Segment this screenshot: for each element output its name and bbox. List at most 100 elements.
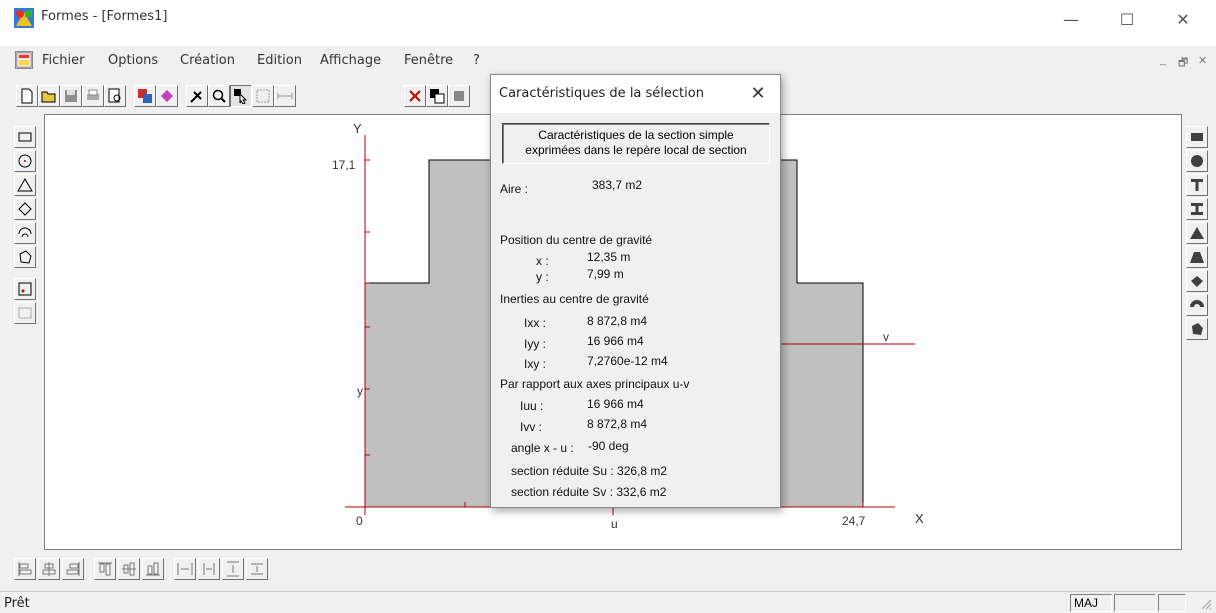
print-preview-button[interactable]: [104, 85, 126, 107]
save-icon: [65, 90, 77, 102]
point-icon: [18, 282, 32, 296]
new-file-icon: [21, 88, 33, 104]
menu-edition[interactable]: Edition: [257, 53, 302, 68]
library-button[interactable]: [156, 85, 178, 107]
dialog-title-bar[interactable]: Caractéristiques de la sélection ✕: [491, 75, 780, 113]
align-center-button[interactable]: [38, 558, 60, 580]
space-vertical-button[interactable]: [222, 558, 244, 580]
solid-circle-icon: [1191, 155, 1203, 167]
y-tick-max-label: 17,1: [332, 158, 356, 172]
iuu-value: 16 966 m4: [587, 397, 644, 411]
maximize-button[interactable]: ☐: [1104, 6, 1150, 34]
section-circle-button[interactable]: [1186, 150, 1208, 172]
space-horizontal-button[interactable]: [174, 558, 196, 580]
draw-triangle-button[interactable]: [14, 174, 36, 196]
close-button[interactable]: ✕: [1160, 6, 1206, 34]
section-rectangle-button[interactable]: [1186, 126, 1208, 148]
send-back-button[interactable]: [448, 85, 470, 107]
centroid-x-value: 12,35 m: [587, 250, 631, 264]
centroid-x-label: x :: [536, 254, 549, 268]
resize-grip-icon[interactable]: [1200, 598, 1212, 610]
circle-icon: [18, 154, 32, 168]
dialog-close-button[interactable]: ✕: [745, 81, 771, 107]
align-left-button[interactable]: [14, 558, 36, 580]
draw-point-button[interactable]: [14, 278, 36, 300]
layer-icon: [454, 91, 464, 101]
space-horizontal-icon: [177, 563, 193, 575]
align-right-icon: [66, 562, 80, 576]
book-icon: [161, 90, 173, 102]
centroid-y-value: 7,99 m: [587, 267, 624, 281]
bring-front-button[interactable]: [426, 85, 448, 107]
arc-icon: [18, 227, 32, 238]
draw-group-button[interactable]: [14, 302, 36, 324]
tee-icon: [1191, 179, 1203, 191]
align-middle-icon: [122, 562, 136, 576]
title-bar: Formes - [Formes1] — ☐ ✕: [0, 0, 1216, 46]
align-right-button[interactable]: [62, 558, 84, 580]
y-axis-label: Y: [353, 121, 362, 136]
align-top-button[interactable]: [94, 558, 116, 580]
delete-button[interactable]: [404, 85, 426, 107]
mdi-restore-button[interactable]: 🗗: [1178, 54, 1188, 73]
document-icon[interactable]: [15, 51, 33, 69]
align-bottom-icon: [146, 562, 160, 576]
grid-select-icon: [256, 89, 270, 103]
magnifier-icon: [212, 89, 226, 103]
zoom-button[interactable]: [208, 85, 230, 107]
principal-axes-title: Par rapport aux axes principaux u-v: [500, 377, 690, 391]
align-left-icon: [18, 562, 32, 576]
print-button[interactable]: [82, 85, 104, 107]
menu-creation[interactable]: Création: [180, 53, 235, 68]
copy-view-button[interactable]: [134, 85, 156, 107]
mdi-minimize-button[interactable]: _: [1160, 54, 1166, 66]
section-tee-button[interactable]: [1186, 174, 1208, 196]
menu-affichage[interactable]: Affichage: [320, 53, 381, 68]
menu-fenetre[interactable]: Fenêtre: [404, 53, 453, 68]
grid-select-button[interactable]: [252, 85, 274, 107]
minimize-button[interactable]: —: [1048, 6, 1094, 34]
ivv-label: Ivv :: [520, 420, 543, 434]
open-file-button[interactable]: [38, 85, 60, 107]
space-vertical-alt-button[interactable]: [246, 558, 268, 580]
section-polygon-button[interactable]: [1186, 318, 1208, 340]
section-diamond-button[interactable]: [1186, 270, 1208, 292]
draw-polygon-button[interactable]: [14, 246, 36, 268]
solid-diamond-icon: [1191, 276, 1203, 287]
new-file-button[interactable]: [16, 85, 38, 107]
angle-label: angle x - u :: [511, 441, 574, 455]
align-middle-button[interactable]: [118, 558, 140, 580]
ixy-label: Ixy :: [524, 357, 547, 371]
section-trapezoid-button[interactable]: [1186, 246, 1208, 268]
save-button[interactable]: [60, 85, 82, 107]
draw-rectangle-button[interactable]: [14, 126, 36, 148]
section-arc-button[interactable]: [1186, 294, 1208, 316]
align-bottom-button[interactable]: [142, 558, 164, 580]
menu-options[interactable]: Options: [108, 53, 158, 68]
ivv-value: 8 872,8 m4: [587, 417, 648, 431]
reduced-section-sv: section réduite Sv : 332,6 m2: [511, 485, 667, 499]
group-icon: [18, 307, 32, 319]
mdi-close-button[interactable]: ✕: [1198, 54, 1207, 67]
menu-help[interactable]: ?: [473, 53, 480, 68]
dimension-icon: [277, 93, 293, 99]
section-i-beam-button[interactable]: [1186, 198, 1208, 220]
ixy-value: 7,2760e-12 m4: [587, 354, 668, 368]
select-button[interactable]: [230, 85, 252, 107]
draw-diamond-button[interactable]: [14, 198, 36, 220]
caps-lock-indicator: MAJ: [1070, 594, 1112, 612]
angle-value: -90 deg: [588, 439, 629, 453]
draw-arc-button[interactable]: [14, 222, 36, 244]
overlap-icon: [430, 89, 445, 104]
solid-polygon-icon: [1192, 323, 1203, 335]
header-line-2: exprimées dans le repère local de sectio…: [525, 143, 747, 157]
draw-circle-button[interactable]: [14, 150, 36, 172]
selection-properties-dialog: Caractéristiques de la sélection ✕ Carac…: [490, 74, 781, 508]
num-lock-indicator: [1114, 594, 1156, 612]
menu-fichier[interactable]: Fichier: [42, 53, 85, 68]
measure-button[interactable]: [186, 85, 208, 107]
section-triangle-button[interactable]: [1186, 222, 1208, 244]
space-horizontal-alt-button[interactable]: [198, 558, 220, 580]
dimension-button[interactable]: [274, 85, 296, 107]
solid-rectangle-icon: [1191, 133, 1203, 141]
